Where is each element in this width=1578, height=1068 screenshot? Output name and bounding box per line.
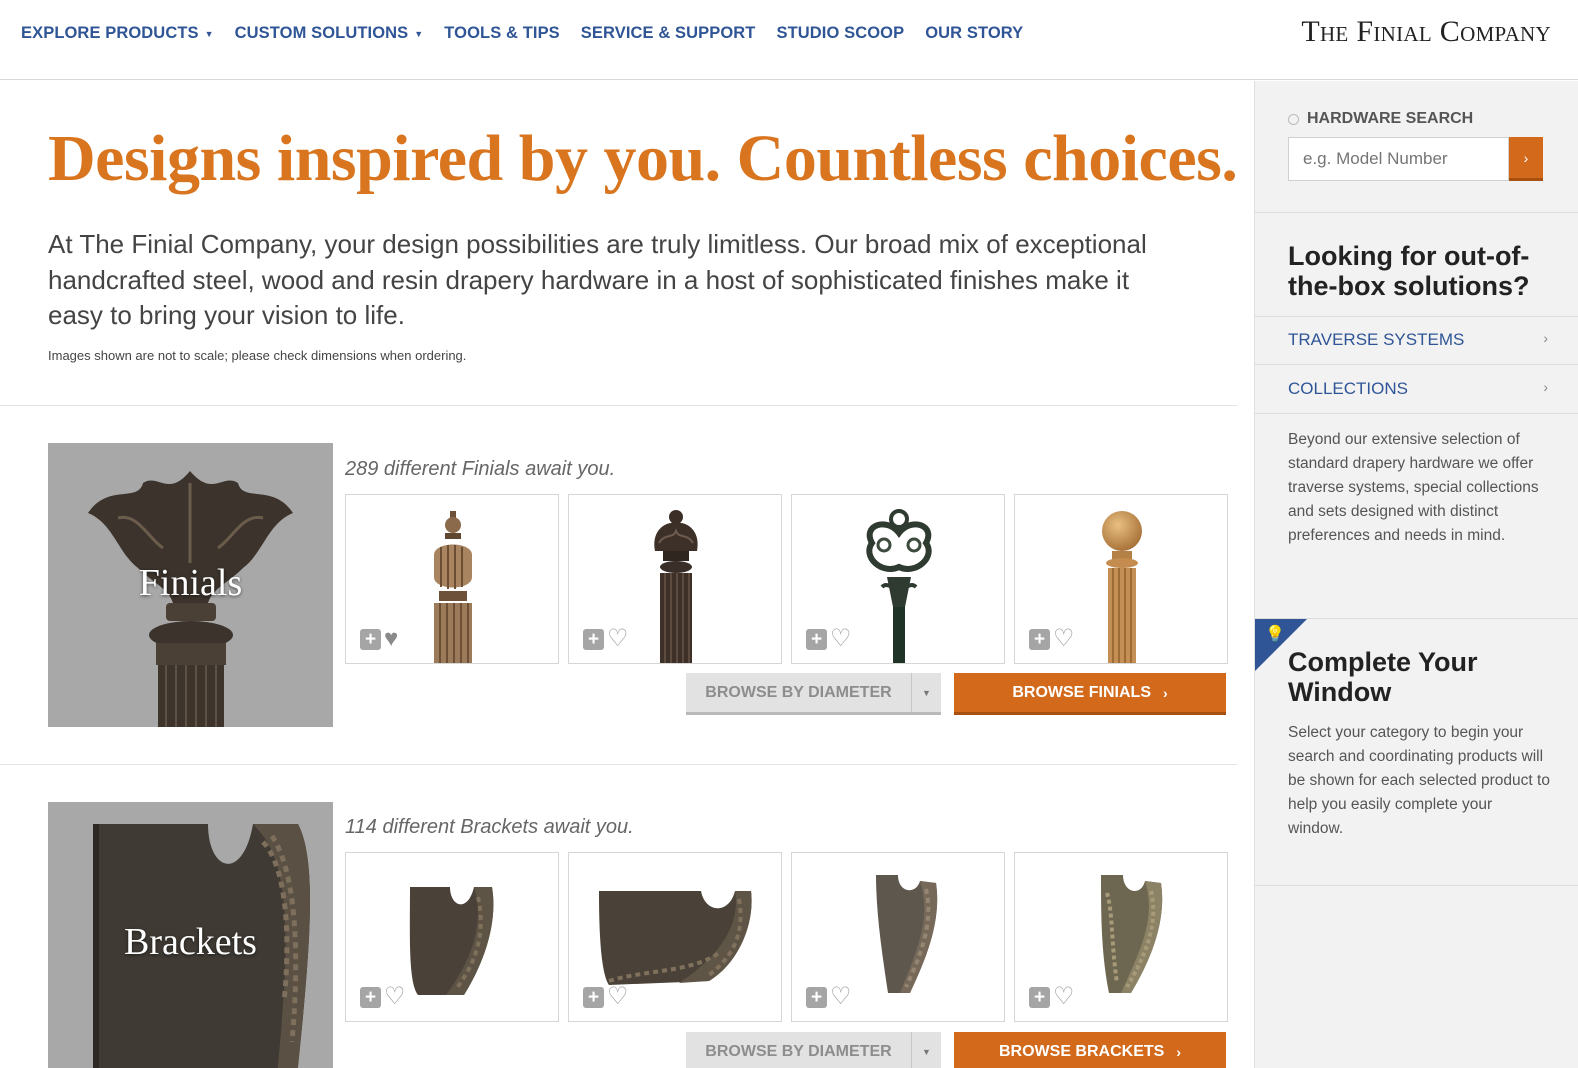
product-card[interactable]: + ♡	[568, 852, 782, 1022]
heart-icon[interactable]: ♥	[384, 627, 398, 651]
finials-button-row: BROWSE BY DIAMETER ▼ BROWSE FINIALS ›	[686, 673, 1226, 715]
heart-icon[interactable]: ♡	[1053, 985, 1075, 1009]
plus-square-icon[interactable]: +	[360, 628, 381, 650]
plus-square-icon[interactable]: +	[583, 628, 604, 650]
section-divider	[0, 405, 1237, 406]
finials-category-tile[interactable]: Finials	[48, 443, 333, 727]
product-actions: + ♥	[360, 627, 398, 651]
product-actions: + ♡	[583, 627, 629, 651]
brand-logo[interactable]: The Finial Company	[1301, 15, 1551, 49]
browse-by-diameter-button[interactable]: BROWSE BY DIAMETER ▼	[686, 1032, 941, 1068]
scale-note: Images shown are not to scale; please ch…	[48, 348, 467, 363]
product-actions: + ♡	[360, 985, 406, 1009]
chevron-right-icon: ›	[1543, 379, 1548, 395]
heart-icon[interactable]: ♡	[830, 627, 852, 651]
category-label: Finials	[138, 562, 243, 604]
caret-down-icon: ▼	[414, 28, 424, 39]
sidebar-divider	[1255, 212, 1578, 213]
brackets-category-tile[interactable]: Brackets	[48, 802, 333, 1068]
caret-down-icon[interactable]: ▼	[911, 1032, 941, 1068]
sidebar-divider	[1255, 885, 1578, 886]
plus-square-icon[interactable]: +	[583, 986, 604, 1008]
brackets-product-row: + ♡ + ♡ + ♡ + ♡	[345, 852, 1228, 1022]
nav-custom-solutions[interactable]: CUSTOM SOLUTIONS ▼	[235, 24, 424, 43]
nav-explore-products[interactable]: EXPLORE PRODUCTS ▼	[21, 24, 214, 43]
nav-label: EXPLORE PRODUCTS	[21, 24, 199, 42]
plus-square-icon[interactable]: +	[1029, 986, 1050, 1008]
chevron-right-icon: ›	[1176, 1043, 1181, 1060]
product-card[interactable]: + ♥	[345, 494, 559, 664]
product-card[interactable]: + ♡	[791, 494, 1005, 664]
button-label: BROWSE BRACKETS	[998, 1042, 1165, 1060]
finials-product-row: + ♥ + ♡ + ♡ + ♡	[345, 494, 1228, 664]
main-menu: EXPLORE PRODUCTS ▼ CUSTOM SOLUTIONS ▼ TO…	[21, 24, 1044, 43]
main-content: Designs inspired by you. Countless choic…	[0, 81, 1254, 1068]
complete-window-heading: Complete Your Window	[1288, 647, 1478, 707]
solutions-description: Beyond our extensive selection of standa…	[1288, 431, 1539, 544]
browse-by-diameter-button[interactable]: BROWSE BY DIAMETER ▼	[686, 673, 941, 715]
link-label: COLLECTIONS	[1288, 379, 1408, 398]
plus-square-icon[interactable]: +	[806, 628, 827, 650]
heart-icon[interactable]: ♡	[830, 985, 852, 1009]
intro-paragraph: At The Finial Company, your design possi…	[48, 229, 1147, 330]
nav-service-support[interactable]: SERVICE & SUPPORT	[581, 24, 756, 43]
caret-down-icon: ▼	[204, 28, 214, 39]
caret-down-icon[interactable]: ▼	[911, 673, 941, 712]
lightbulb-icon: 💡	[1265, 626, 1285, 643]
product-actions: + ♡	[806, 985, 852, 1009]
heart-icon[interactable]: ♡	[607, 985, 629, 1009]
search-label-text: HARDWARE SEARCH	[1307, 110, 1474, 127]
nav-label: TOOLS & TIPS	[444, 24, 560, 42]
browse-finials-button[interactable]: BROWSE FINIALS ›	[954, 673, 1226, 715]
solutions-heading: Looking for out-of-the-box solutions?	[1288, 241, 1530, 301]
category-label: Brackets	[124, 921, 257, 963]
plus-square-icon[interactable]: +	[360, 986, 381, 1008]
plus-square-icon[interactable]: +	[1029, 628, 1050, 650]
section-divider	[0, 764, 1237, 765]
complete-window-description: Select your category to begin your searc…	[1288, 724, 1550, 837]
heart-icon[interactable]: ♡	[384, 985, 406, 1009]
product-card[interactable]: + ♡	[568, 494, 782, 664]
browse-brackets-button[interactable]: BROWSE BRACKETS ›	[954, 1032, 1226, 1068]
nav-tools-tips[interactable]: TOOLS & TIPS	[444, 24, 560, 43]
finials-count: 289 different Finials await you.	[345, 458, 616, 480]
product-card[interactable]: + ♡	[1014, 852, 1228, 1022]
button-label: BROWSE BY DIAMETER	[705, 1042, 892, 1060]
product-card[interactable]: + ♡	[791, 852, 1005, 1022]
product-actions: + ♡	[806, 627, 852, 651]
link-label: TRAVERSE SYSTEMS	[1288, 330, 1465, 349]
nav-our-story[interactable]: OUR STORY	[925, 24, 1023, 43]
nav-label: STUDIO SCOOP	[776, 24, 905, 42]
nav-studio-scoop[interactable]: STUDIO SCOOP	[776, 24, 904, 43]
sidebar-link-traverse-systems[interactable]: TRAVERSE SYSTEMS ›	[1288, 330, 1548, 350]
chevron-right-icon: ›	[1163, 684, 1168, 701]
product-actions: + ♡	[1029, 985, 1075, 1009]
heart-icon[interactable]: ♡	[607, 627, 629, 651]
product-card[interactable]: + ♡	[1014, 494, 1228, 664]
sidebar: HARDWARE SEARCH › Looking for out-of-the…	[1254, 81, 1578, 1068]
nav-label: CUSTOM SOLUTIONS	[234, 24, 409, 42]
product-actions: + ♡	[583, 985, 629, 1009]
chevron-right-icon: ›	[1543, 330, 1548, 346]
button-label: BROWSE BY DIAMETER	[705, 683, 892, 701]
hardware-search-label: HARDWARE SEARCH	[1288, 110, 1473, 128]
heart-icon[interactable]: ♡	[1053, 627, 1075, 651]
search-submit-button[interactable]: ›	[1509, 137, 1543, 181]
magnifier-icon	[1288, 113, 1299, 125]
nav-label: SERVICE & SUPPORT	[580, 24, 756, 42]
brackets-count: 114 different Brackets await you.	[345, 816, 634, 838]
page-headline: Designs inspired by you. Countless choic…	[48, 122, 1238, 195]
button-label: BROWSE FINIALS	[1012, 683, 1151, 701]
nav-label: OUR STORY	[925, 24, 1024, 42]
top-navigation: EXPLORE PRODUCTS ▼ CUSTOM SOLUTIONS ▼ TO…	[0, 0, 1578, 80]
sidebar-link-collections[interactable]: COLLECTIONS ›	[1288, 379, 1548, 399]
sidebar-divider	[1255, 413, 1578, 414]
product-card[interactable]: + ♡	[345, 852, 559, 1022]
hardware-search-input[interactable]	[1288, 137, 1509, 181]
product-actions: + ♡	[1029, 627, 1075, 651]
sidebar-divider	[1255, 316, 1578, 317]
plus-square-icon[interactable]: +	[806, 986, 827, 1008]
sidebar-divider	[1255, 364, 1578, 365]
brackets-button-row: BROWSE BY DIAMETER ▼ BROWSE BRACKETS ›	[686, 1032, 1226, 1068]
